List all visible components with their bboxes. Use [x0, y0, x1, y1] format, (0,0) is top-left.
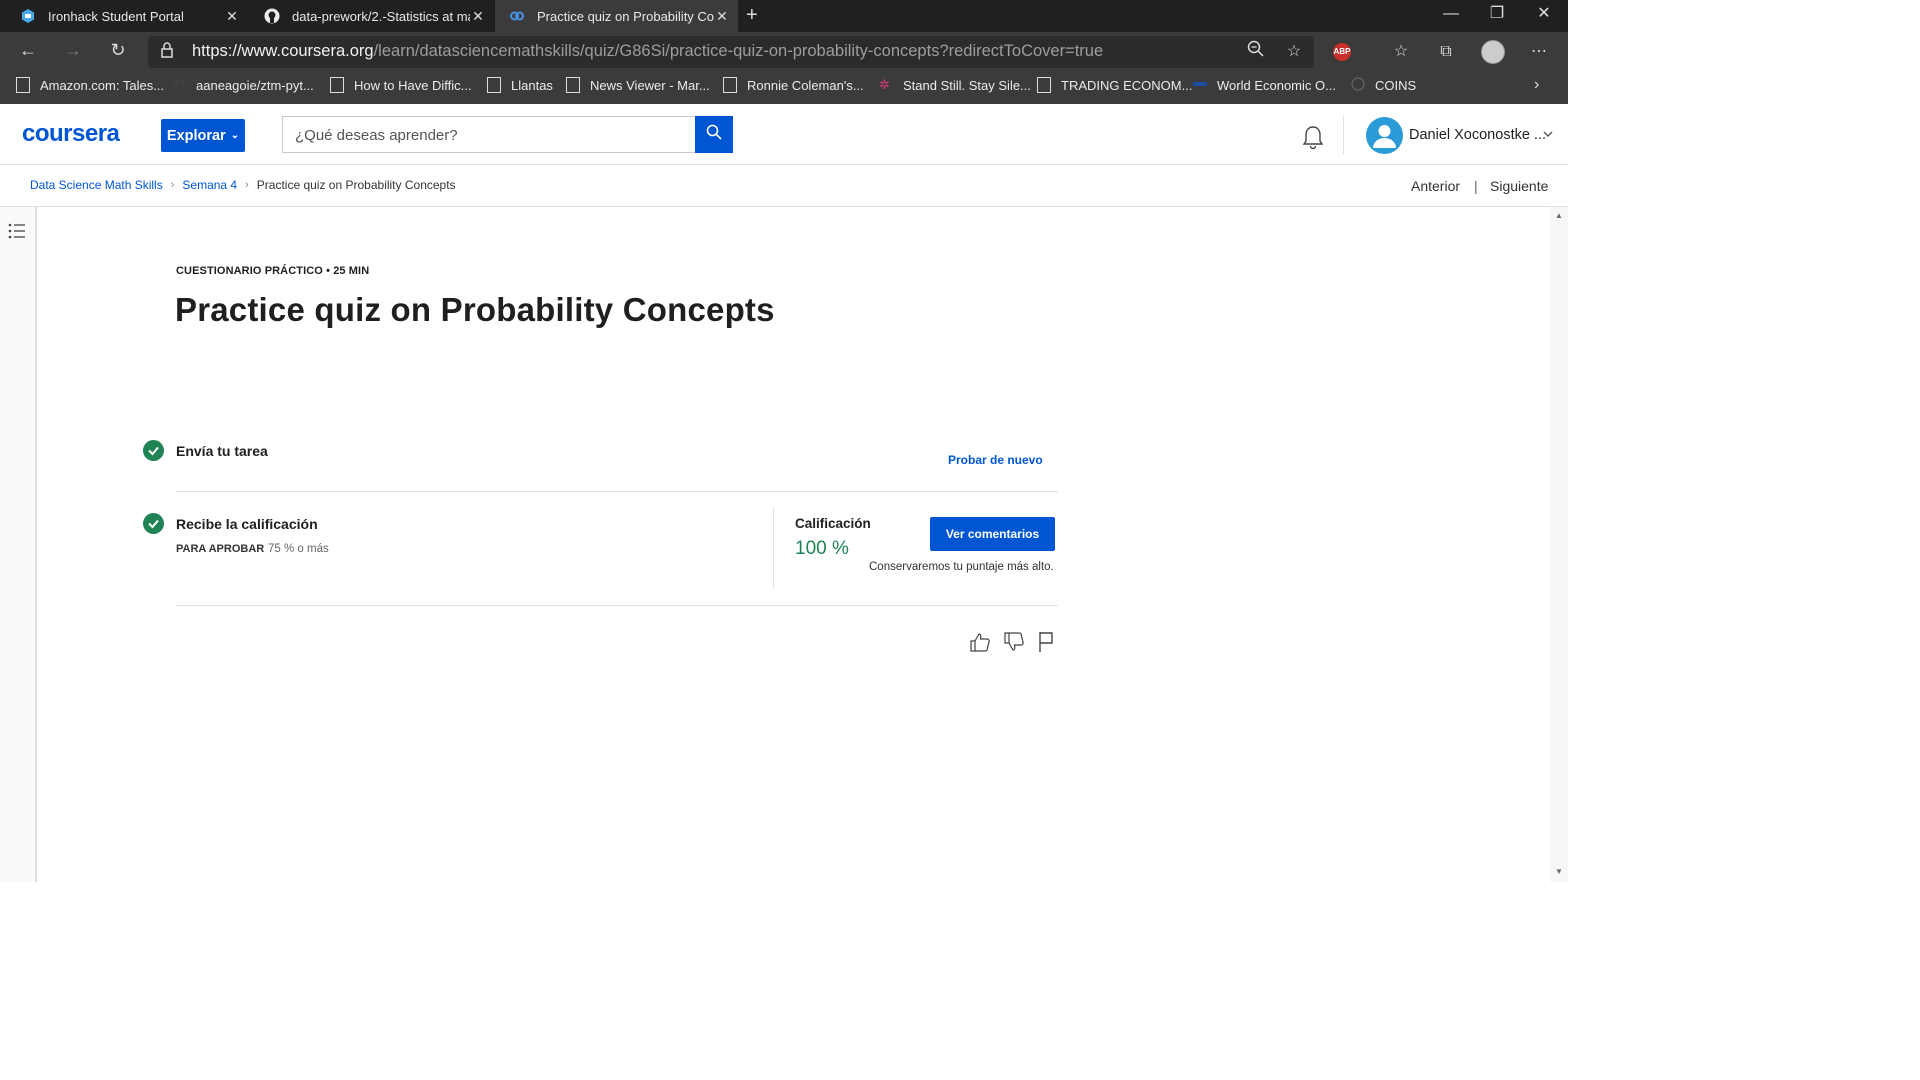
breadcrumb-week[interactable]: Semana 4 [182, 178, 237, 192]
pass-value: 75 % o más [268, 543, 329, 555]
tab-title: Practice quiz on Probability Conc [537, 8, 714, 24]
scroll-down-icon[interactable]: ▼ [1555, 867, 1563, 876]
minimize-icon[interactable]: — [1428, 0, 1474, 32]
bookmark[interactable]: ✲ Stand Still. Stay Sile... [879, 77, 1031, 93]
grade-step-label: Recibe la calificación [176, 516, 318, 532]
close-tab-icon[interactable]: ✕ [470, 8, 486, 25]
refresh-icon[interactable]: ↻ [106, 38, 130, 62]
coursera-logo[interactable]: coursera [22, 120, 120, 148]
url-text[interactable]: https://www.coursera.org/learn/datascien… [192, 42, 1103, 61]
chevron-right-icon: › [170, 179, 175, 191]
zoom-icon[interactable] [1244, 40, 1268, 64]
browser-profile-icon[interactable] [1481, 40, 1505, 64]
thumbs-up-icon[interactable] [969, 631, 991, 658]
coins-icon [1351, 77, 1365, 93]
submit-step-label: Envía tu tarea [176, 443, 268, 459]
bookmark[interactable]: News Viewer - Mar... [566, 77, 710, 93]
keep-score-note: Conservaremos tu puntaje más alto. [869, 561, 1054, 573]
user-name[interactable]: Daniel Xoconostke ... [1409, 127, 1546, 143]
next-link[interactable]: Siguiente [1490, 178, 1548, 194]
star-icon[interactable]: ☆ [1282, 40, 1306, 64]
page-icon [723, 77, 737, 93]
collections-icon[interactable]: ⧉ [1434, 40, 1458, 64]
pass-label: PARA APROBAR [176, 543, 265, 555]
chevron-down-icon[interactable] [1542, 127, 1554, 145]
page-icon [1037, 77, 1051, 93]
search-input[interactable] [293, 117, 687, 154]
tab-title: data-prework/2.-Statistics at ma [292, 8, 470, 24]
wef-icon [1193, 77, 1207, 93]
thumbs-down-icon[interactable] [1003, 631, 1025, 658]
bookmark[interactable]: World Economic O... [1193, 77, 1336, 93]
bookmark[interactable]: Llantas [487, 77, 553, 93]
chevron-right-icon[interactable]: › [1534, 76, 1539, 94]
chevron-right-icon: › [245, 179, 249, 191]
scroll-up-icon[interactable]: ▲ [1555, 211, 1563, 220]
browser-tab[interactable]: data-prework/2.-Statistics at ma ✕ [250, 0, 494, 32]
divider [176, 491, 1058, 492]
more-icon[interactable]: ⋯ [1527, 40, 1551, 64]
browser-tab-active[interactable]: Practice quiz on Probability Conc ✕ [495, 0, 738, 32]
divider [0, 206, 1568, 207]
bookmark[interactable]: Ronnie Coleman's... [723, 77, 864, 93]
tab-title: Ironhack Student Portal [48, 8, 184, 24]
divider [176, 605, 1058, 606]
browser-tab[interactable]: Ironhack Student Portal ✕ [6, 0, 248, 32]
retry-link[interactable]: Probar de nuevo [948, 453, 1043, 467]
bookmark[interactable]: TRADING ECONOM... [1037, 77, 1192, 93]
ironhack-favicon-icon [20, 8, 36, 24]
bookmark[interactable]: COINS [1351, 77, 1416, 93]
search-box[interactable] [282, 116, 696, 154]
favorites-icon[interactable]: ☆ [1389, 40, 1413, 64]
search-icon [706, 124, 722, 145]
page-icon [16, 77, 30, 93]
breadcrumb: Data Science Math Skills › Semana 4 › Pr… [30, 178, 456, 192]
bookmark[interactable]: How to Have Diffic... [330, 77, 472, 93]
breadcrumb-course[interactable]: Data Science Math Skills [30, 178, 163, 192]
flower-icon: ✲ [879, 77, 890, 92]
new-tab-icon[interactable]: + [746, 4, 758, 27]
previous-link[interactable]: Anterior [1411, 178, 1460, 194]
grade-value: 100 % [795, 538, 849, 559]
lock-icon[interactable] [161, 42, 173, 61]
page-icon [487, 77, 501, 93]
avatar[interactable] [1366, 117, 1403, 154]
nav-divider: | [1474, 178, 1478, 194]
forward-icon[interactable]: → [61, 38, 85, 62]
back-icon[interactable]: ← [16, 38, 40, 62]
checkmark-icon [143, 513, 164, 534]
search-button[interactable] [695, 116, 733, 153]
checkmark-icon [143, 440, 164, 461]
close-tab-icon[interactable]: ✕ [714, 8, 730, 25]
breadcrumb-current: Practice quiz on Probability Concepts [256, 178, 456, 192]
flag-icon[interactable] [1037, 631, 1055, 658]
divider [773, 507, 774, 589]
chevron-down-icon: ⌄ [230, 130, 240, 141]
adblock-icon[interactable]: ABP [1333, 43, 1351, 61]
close-window-icon[interactable]: ✕ [1521, 0, 1567, 32]
close-tab-icon[interactable]: ✕ [224, 8, 240, 25]
coursera-favicon-icon [509, 8, 525, 24]
notifications-bell-icon[interactable] [1301, 124, 1325, 155]
github-favicon-icon [264, 8, 280, 24]
quiz-eyebrow: CUESTIONARIO PRÁCTICO • 25 MIN [176, 265, 370, 277]
view-feedback-button[interactable]: Ver comentarios [930, 517, 1055, 551]
outline-list-icon[interactable] [8, 223, 26, 244]
scrollbar[interactable] [1550, 207, 1568, 882]
restore-icon[interactable]: ❐ [1474, 0, 1520, 32]
page-icon [566, 77, 580, 93]
bookmark[interactable]: Amazon.com: Tales... [16, 77, 164, 93]
course-outline-rail [0, 207, 37, 882]
header-divider [1343, 116, 1344, 154]
explore-button[interactable]: Explorar ⌄ [161, 119, 245, 152]
page-title: Practice quiz on Probability Concepts [175, 291, 775, 328]
bookmark[interactable]: gh aaneagoie/ztm-pyt... [172, 77, 314, 93]
github-icon: gh [172, 77, 185, 89]
grade-label: Calificación [795, 516, 871, 531]
page-icon [330, 77, 344, 93]
